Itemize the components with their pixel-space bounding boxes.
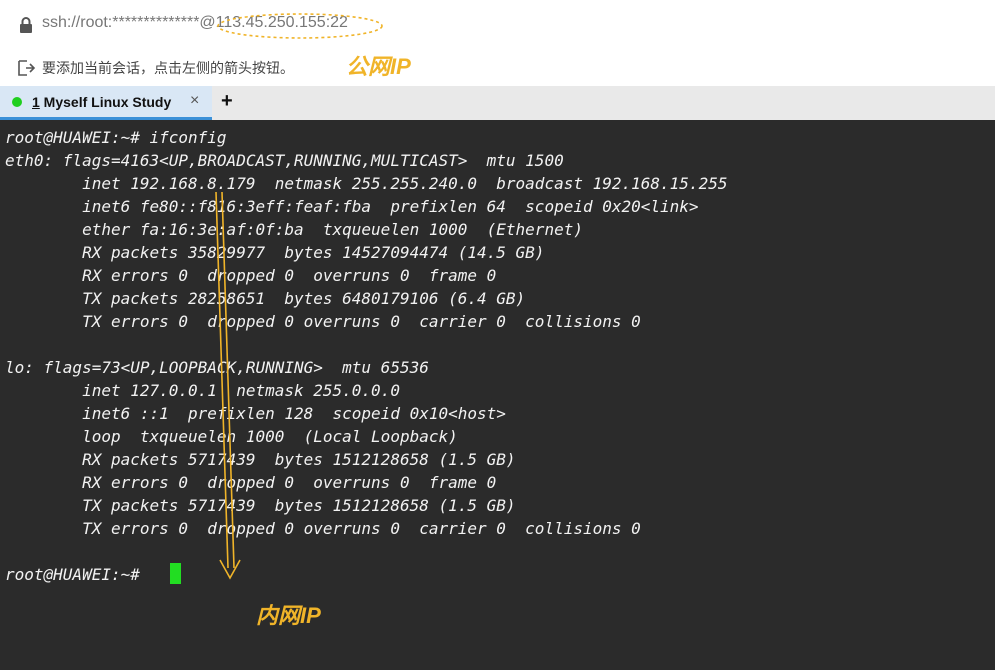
terminal-line: lo: flags=73<UP,LOOPBACK,RUNNING> mtu 65… [5,358,429,377]
hint-bar: 要添加当前会话，点击左侧的箭头按钮。 [0,50,995,86]
new-tab-button[interactable]: + [221,90,233,113]
terminal[interactable]: root@HUAWEI:~# ifconfig eth0: flags=4163… [0,120,995,670]
terminal-output: root@HUAWEI:~# ifconfig eth0: flags=4163… [5,126,727,586]
terminal-prompt: root@HUAWEI:~# [5,565,150,584]
tab-title: Myself Linux Study [39,94,172,110]
terminal-line: root@HUAWEI:~# ifconfig [5,128,227,147]
public-ip-highlight-ellipse [217,13,383,39]
connected-status-icon [12,97,22,107]
terminal-line: TX errors 0 dropped 0 overruns 0 carrier… [5,312,641,331]
address-bar[interactable]: ssh://root:**************@113.45.250.155… [0,0,995,51]
lock-icon [20,17,32,33]
terminal-cursor [170,563,181,584]
terminal-line: RX errors 0 dropped 0 overruns 0 frame 0 [5,473,497,492]
terminal-line: RX packets 5717439 bytes 1512128658 (1.5… [5,450,516,469]
terminal-line: inet6 fe80::f816:3eff:feaf:fba prefixlen… [5,197,699,216]
tab-label: 1 Myself Linux Study [32,94,171,110]
tab-myself-linux-study[interactable]: 1 Myself Linux Study × [0,86,212,120]
terminal-line: inet6 ::1 prefixlen 128 scopeid 0x10<hos… [5,404,506,423]
close-tab-icon[interactable]: × [190,92,199,110]
tab-bar: 1 Myself Linux Study × + [0,86,995,120]
terminal-line: TX packets 28258651 bytes 6480179106 (6.… [5,289,526,308]
terminal-line: inet 127.0.0.1 netmask 255.0.0.0 [5,381,400,400]
tab-number: 1 [32,94,40,110]
terminal-line: TX errors 0 dropped 0 overruns 0 carrier… [5,519,641,538]
terminal-line: inet 192.168.8.179 netmask 255.255.240.0… [5,174,728,193]
terminal-line: ether fa:16:3e:af:0f:ba txqueuelen 1000 … [5,220,583,239]
private-ip-annotation: 内网IP [256,603,321,628]
terminal-line: RX packets 35829977 bytes 14527094474 (1… [5,243,545,262]
terminal-line: loop txqueuelen 1000 (Local Loopback) [5,427,458,446]
terminal-line: RX errors 0 dropped 0 overruns 0 frame 0 [5,266,497,285]
terminal-line: eth0: flags=4163<UP,BROADCAST,RUNNING,MU… [5,151,564,170]
hint-text: 要添加当前会话，点击左侧的箭头按钮。 [42,60,294,76]
add-session-arrow-icon[interactable] [16,58,36,78]
terminal-line: TX packets 5717439 bytes 1512128658 (1.5… [5,496,516,515]
public-ip-annotation: 公网IP [346,54,411,79]
